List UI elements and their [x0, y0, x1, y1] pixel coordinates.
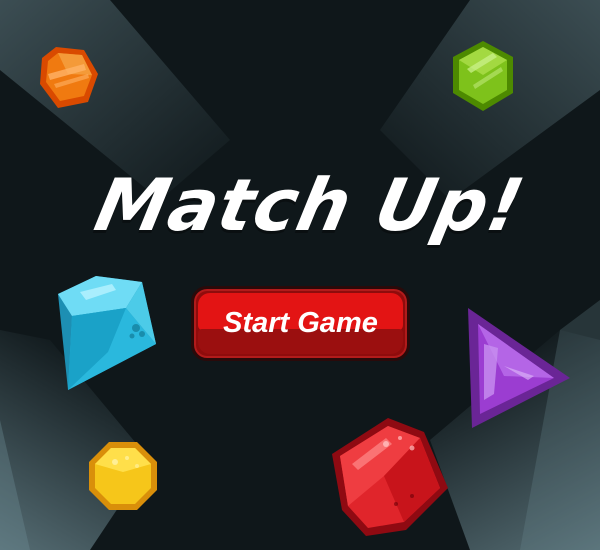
- orange-hexagon-gem-icon: [40, 47, 98, 108]
- start-game-button[interactable]: Start Game: [191, 286, 410, 361]
- red-octagon-gem-icon: [332, 418, 448, 536]
- green-hexagon-gem-icon: [453, 41, 513, 111]
- game-title: Match Up!: [88, 163, 532, 247]
- cyan-diamond-gem-icon: [58, 276, 156, 390]
- title-screen: Match Up! Start Game: [0, 0, 600, 550]
- purple-triangle-gem-icon: [468, 308, 570, 428]
- yellow-octagon-gem-icon: [89, 442, 157, 510]
- start-game-label: Start Game: [223, 307, 378, 339]
